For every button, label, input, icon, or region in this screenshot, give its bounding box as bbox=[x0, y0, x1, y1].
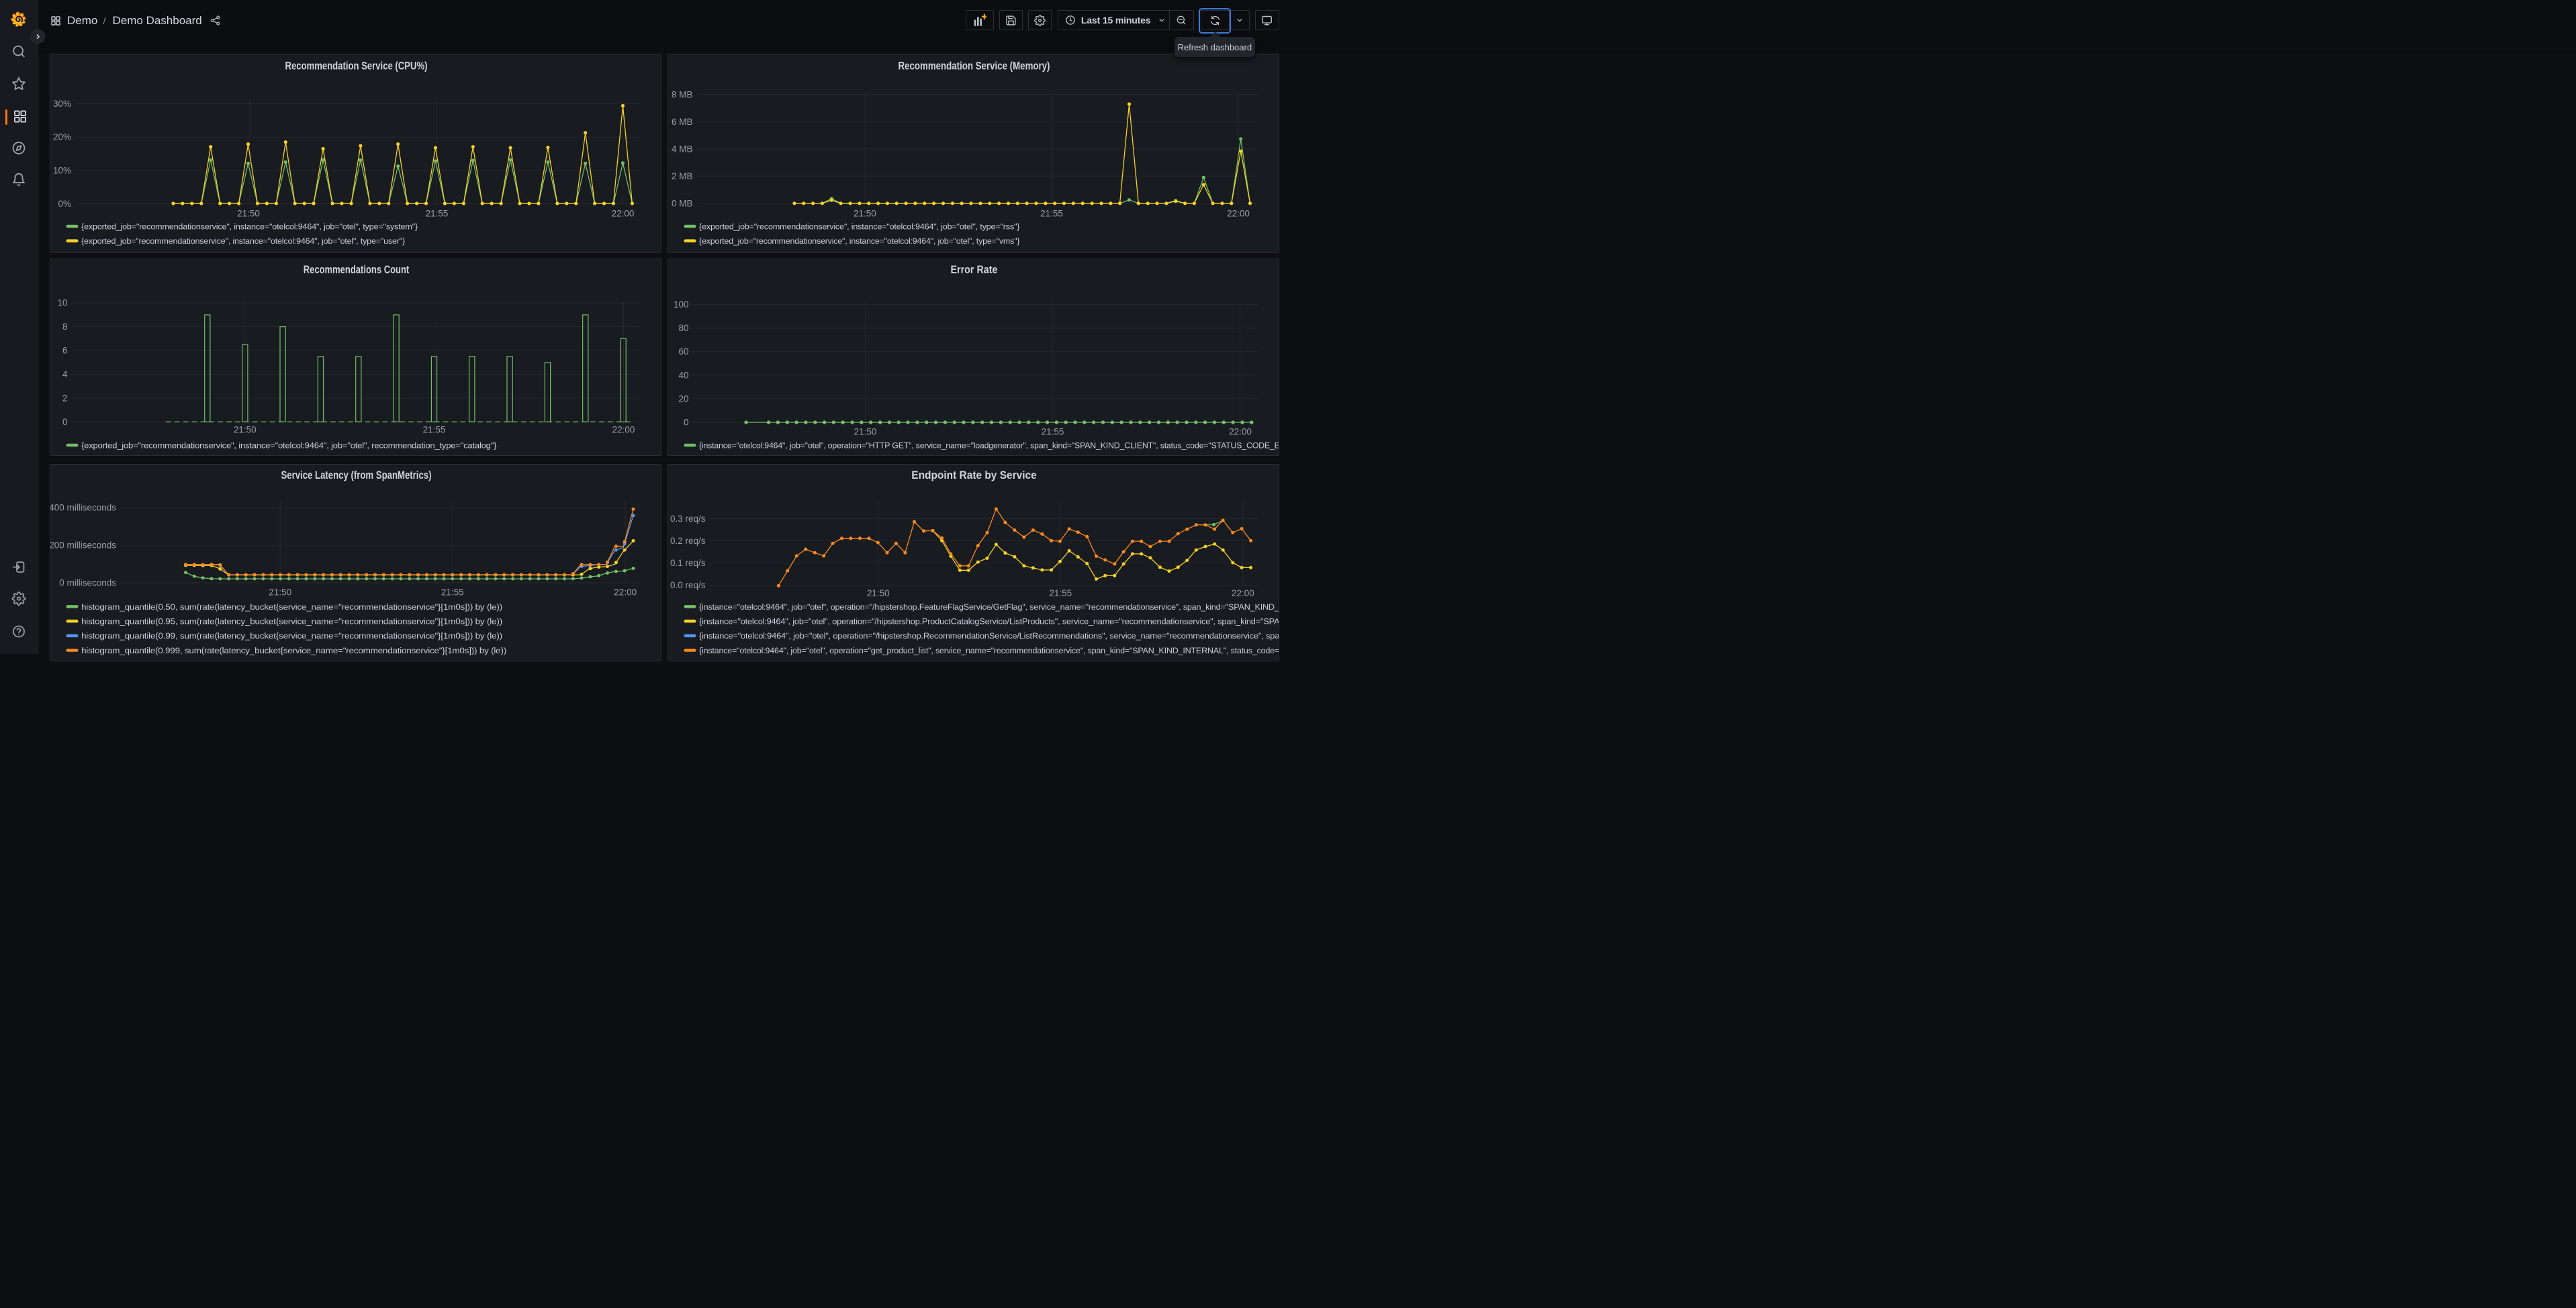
svg-text:{instance="otelcol:9464", job=: {instance="otelcol:9464", job="otel", op… bbox=[699, 646, 1279, 655]
svg-text:{exported_job="recommendations: {exported_job="recommendationservice", i… bbox=[81, 440, 496, 450]
svg-text:0.3 req/s: 0.3 req/s bbox=[670, 514, 705, 524]
svg-text:{instance="otelcol:9464", job=: {instance="otelcol:9464", job="otel", op… bbox=[699, 631, 1279, 641]
svg-text:0%: 0% bbox=[58, 199, 71, 209]
svg-text:4: 4 bbox=[62, 369, 67, 379]
svg-text:21:55: 21:55 bbox=[441, 588, 463, 598]
svg-text:0: 0 bbox=[62, 417, 67, 427]
svg-text:21:55: 21:55 bbox=[1049, 588, 1072, 598]
svg-text:0.0 req/s: 0.0 req/s bbox=[670, 580, 705, 590]
svg-text:Recommendation Service (CPU%): Recommendation Service (CPU%) bbox=[285, 60, 427, 73]
svg-text:histogram_quantile(0.99, sum(r: histogram_quantile(0.99, sum(rate(latenc… bbox=[81, 631, 502, 641]
svg-text:0: 0 bbox=[683, 418, 688, 428]
svg-text:Error Rate: Error Rate bbox=[950, 264, 997, 276]
svg-text:Endpoint Rate by Service: Endpoint Rate by Service bbox=[911, 469, 1037, 481]
svg-text:100: 100 bbox=[673, 299, 688, 310]
svg-text:{instance="otelcol:9464", job=: {instance="otelcol:9464", job="otel", op… bbox=[699, 602, 1279, 612]
svg-text:Service Latency (from SpanMetr: Service Latency (from SpanMetrics) bbox=[281, 469, 431, 481]
svg-text:{instance="otelcol:9464", job=: {instance="otelcol:9464", job="otel", op… bbox=[699, 617, 1279, 626]
svg-text:21:55: 21:55 bbox=[1040, 209, 1063, 219]
svg-text:2: 2 bbox=[62, 393, 67, 403]
svg-text:0.2 req/s: 0.2 req/s bbox=[670, 536, 705, 546]
svg-text:{exported_job="recommendations: {exported_job="recommendationservice", i… bbox=[699, 236, 1019, 246]
svg-text:histogram_quantile(0.999, sum(: histogram_quantile(0.999, sum(rate(laten… bbox=[81, 646, 506, 655]
svg-text:30%: 30% bbox=[52, 99, 71, 109]
svg-text:22:00: 22:00 bbox=[614, 588, 637, 598]
svg-text:2 MB: 2 MB bbox=[671, 171, 692, 181]
svg-text:21:55: 21:55 bbox=[422, 425, 445, 435]
svg-text:10: 10 bbox=[57, 298, 67, 308]
svg-text:{exported_job="recommendations: {exported_job="recommendationservice", i… bbox=[81, 222, 418, 231]
svg-text:0 milliseconds: 0 milliseconds bbox=[59, 578, 116, 588]
svg-text:80: 80 bbox=[678, 323, 688, 333]
svg-text:21:55: 21:55 bbox=[425, 209, 448, 219]
svg-text:{exported_job="recommendations: {exported_job="recommendationservice", i… bbox=[81, 236, 405, 246]
svg-text:21:50: 21:50 bbox=[237, 209, 260, 219]
svg-text:21:55: 21:55 bbox=[1041, 427, 1064, 437]
svg-text:8: 8 bbox=[62, 322, 67, 332]
svg-text:22:00: 22:00 bbox=[1229, 427, 1252, 437]
svg-text:6: 6 bbox=[62, 346, 67, 356]
svg-text:8 MB: 8 MB bbox=[671, 89, 692, 99]
svg-text:histogram_quantile(0.95, sum(r: histogram_quantile(0.95, sum(rate(latenc… bbox=[81, 617, 502, 626]
svg-text:22:00: 22:00 bbox=[612, 425, 635, 435]
svg-text:10%: 10% bbox=[52, 165, 71, 175]
svg-text:60: 60 bbox=[678, 346, 688, 357]
svg-text:21:50: 21:50 bbox=[866, 588, 889, 598]
svg-text:0.1 req/s: 0.1 req/s bbox=[670, 558, 705, 568]
svg-text:21:50: 21:50 bbox=[233, 425, 256, 435]
svg-text:{exported_job="recommendations: {exported_job="recommendationservice", i… bbox=[699, 222, 1019, 231]
svg-text:22:00: 22:00 bbox=[611, 209, 634, 219]
svg-text:6 MB: 6 MB bbox=[671, 117, 692, 127]
svg-text:21:50: 21:50 bbox=[854, 427, 876, 437]
svg-text:200 milliseconds: 200 milliseconds bbox=[50, 541, 116, 551]
svg-text:0 MB: 0 MB bbox=[671, 198, 692, 208]
svg-text:40: 40 bbox=[678, 370, 688, 380]
svg-text:20: 20 bbox=[678, 393, 688, 404]
svg-text:21:50: 21:50 bbox=[854, 209, 876, 219]
svg-text:histogram_quantile(0.50, sum(r: histogram_quantile(0.50, sum(rate(latenc… bbox=[81, 602, 502, 612]
svg-text:4 MB: 4 MB bbox=[671, 144, 692, 154]
svg-text:Recommendation Service (Memory: Recommendation Service (Memory) bbox=[898, 60, 1050, 73]
svg-text:400 milliseconds: 400 milliseconds bbox=[50, 503, 116, 513]
svg-text:{instance="otelcol:9464", job=: {instance="otelcol:9464", job="otel", op… bbox=[699, 440, 1279, 450]
svg-text:22:00: 22:00 bbox=[1231, 588, 1254, 598]
svg-text:21:50: 21:50 bbox=[269, 588, 291, 598]
svg-text:22:00: 22:00 bbox=[1227, 209, 1250, 219]
svg-text:Recommendations Count: Recommendations Count bbox=[303, 264, 409, 276]
svg-text:20%: 20% bbox=[52, 132, 71, 142]
